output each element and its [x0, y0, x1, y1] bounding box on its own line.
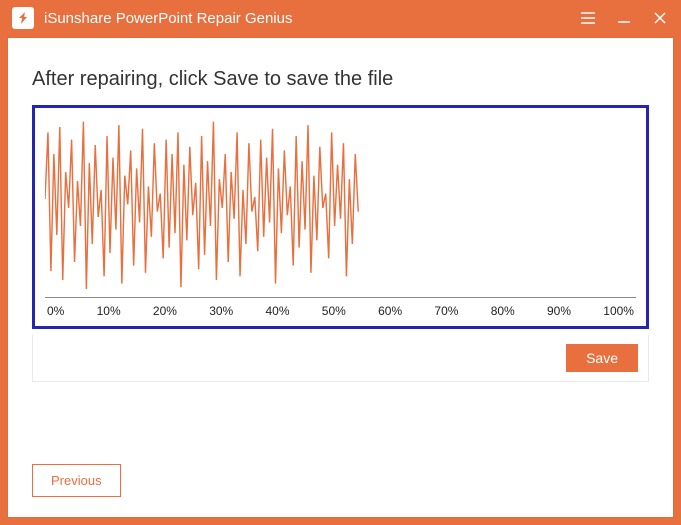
content-card: After repairing, click Save to save the …	[8, 38, 673, 517]
axis-tick-label: 40%	[266, 304, 290, 318]
axis-tick-label: 90%	[547, 304, 571, 318]
app-logo-icon	[12, 7, 34, 29]
axis-tick-label: 20%	[153, 304, 177, 318]
minimize-icon[interactable]	[615, 9, 633, 27]
progress-chart-container: 0% 10% 20% 30% 40% 50% 60% 70% 80% 90% 100%	[32, 105, 649, 329]
axis-tick-label: 70%	[434, 304, 458, 318]
axis-tick-label: 0%	[47, 304, 64, 318]
axis-tick-label: 30%	[209, 304, 233, 318]
axis-tick-label: 100%	[603, 304, 634, 318]
axis-tick-label: 80%	[491, 304, 515, 318]
progress-chart-axis: 0% 10% 20% 30% 40% 50% 60% 70% 80% 90% 100%	[45, 298, 636, 320]
previous-button[interactable]: Previous	[32, 464, 121, 497]
titlebar: iSunshare PowerPoint Repair Genius	[0, 0, 681, 36]
progress-chart	[45, 118, 636, 298]
axis-tick-label: 60%	[378, 304, 402, 318]
app-title: iSunshare PowerPoint Repair Genius	[44, 10, 292, 27]
save-button[interactable]: Save	[566, 344, 638, 372]
close-icon[interactable]	[651, 9, 669, 27]
menu-icon[interactable]	[579, 9, 597, 27]
axis-tick-label: 10%	[97, 304, 121, 318]
save-bar: Save	[32, 335, 649, 382]
instruction-text: After repairing, click Save to save the …	[8, 38, 673, 105]
axis-tick-label: 50%	[322, 304, 346, 318]
